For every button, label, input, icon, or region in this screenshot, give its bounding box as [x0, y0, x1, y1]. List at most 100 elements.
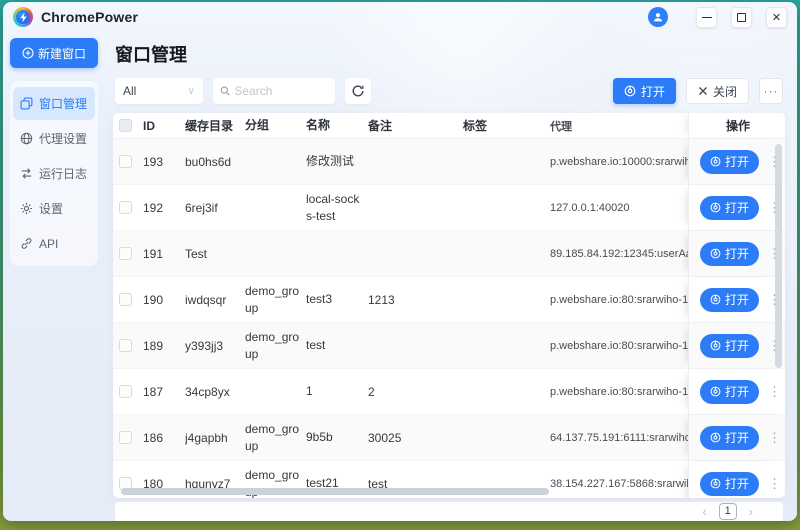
- cell-id: 189: [143, 339, 185, 353]
- table-row: 191 Test 89.185.84.192:12345:userAazd312…: [113, 231, 785, 277]
- cell-operation: 打开 ⋮: [688, 231, 785, 276]
- chevron-down-icon: ∨: [188, 86, 195, 97]
- cell-id: 187: [143, 385, 185, 399]
- browser-circle-icon: [624, 85, 636, 97]
- globe-icon: [20, 132, 33, 145]
- row-menu-button[interactable]: ⋮: [768, 478, 776, 490]
- pagination-bar: ‹ 1 ›: [115, 502, 783, 521]
- row-checkbox[interactable]: [119, 201, 132, 214]
- cell-proxy: 127.0.0.1:40020: [550, 202, 688, 214]
- cell-name: local-socks-test: [306, 191, 368, 223]
- cell-remark: 30025: [368, 431, 463, 445]
- row-checkbox[interactable]: [119, 431, 132, 444]
- open-row-button[interactable]: 打开: [700, 380, 759, 404]
- user-avatar[interactable]: [648, 7, 668, 27]
- cell-proxy: 89.185.84.192:12345:userAazd312:pa: [550, 248, 688, 260]
- browser-circle-icon: [710, 386, 721, 397]
- cell-remark: 2: [368, 385, 463, 399]
- table-row: 192 6rej3if local-socks-test 127.0.0.1:4…: [113, 185, 785, 231]
- header-name[interactable]: 名称: [306, 117, 368, 133]
- cell-operation: 打开 ⋮: [688, 461, 785, 498]
- new-window-button[interactable]: 新建窗口: [10, 38, 98, 68]
- cell-name: test3: [306, 291, 368, 307]
- cell-operation: 打开 ⋮: [688, 415, 785, 460]
- row-menu-button[interactable]: ⋮: [768, 386, 776, 398]
- cell-proxy: p.webshare.io:80:srarwiho-1:atonupx: [550, 340, 688, 352]
- vertical-scrollbar[interactable]: [775, 144, 782, 368]
- more-actions-button[interactable]: ···: [759, 78, 783, 104]
- header-group[interactable]: 分组: [245, 117, 306, 133]
- table-body: 193 bu0hs6d 修改测试 p.webshare.io:10000:sra…: [113, 139, 785, 498]
- cell-cache-dir: j4gapbh: [185, 431, 245, 445]
- cell-operation: 打开 ⋮: [688, 369, 785, 414]
- header-proxy[interactable]: 代理: [550, 118, 688, 134]
- open-row-button[interactable]: 打开: [700, 472, 759, 496]
- header-tag[interactable]: 标签: [463, 117, 550, 134]
- table-row: 193 bu0hs6d 修改测试 p.webshare.io:10000:sra…: [113, 139, 785, 185]
- maximize-icon: [737, 13, 746, 22]
- cell-proxy: 64.137.75.191:6111:srarwiho:atonupx: [550, 432, 688, 444]
- browser-circle-icon: [710, 202, 721, 213]
- ellipsis-icon: ···: [764, 84, 779, 98]
- next-page-button[interactable]: ›: [749, 505, 753, 518]
- current-page[interactable]: 1: [719, 503, 737, 520]
- sidebar: 新建窗口 窗口管理 代理设置 运行日志 设置: [3, 32, 105, 521]
- cell-cache-dir: Test: [185, 247, 245, 261]
- open-row-button[interactable]: 打开: [700, 288, 759, 312]
- row-checkbox[interactable]: [119, 155, 132, 168]
- cell-name: 修改测试: [306, 153, 368, 169]
- row-checkbox[interactable]: [119, 339, 132, 352]
- table-header-row: ID 缓存目录 分组 名称 备注 标签 代理 操作: [113, 113, 785, 139]
- search-icon: [220, 85, 230, 97]
- sidebar-item-run-logs[interactable]: 运行日志: [13, 157, 95, 190]
- window-icon: [20, 97, 33, 110]
- open-row-button[interactable]: 打开: [700, 334, 759, 358]
- open-row-button[interactable]: 打开: [700, 150, 759, 174]
- cell-cache-dir: 34cp8yx: [185, 385, 245, 399]
- cell-operation: 打开 ⋮: [688, 139, 785, 184]
- prev-page-button[interactable]: ‹: [702, 505, 706, 518]
- horizontal-scrollbar[interactable]: [121, 488, 549, 495]
- sidebar-item-api[interactable]: API: [13, 227, 95, 260]
- sidebar-item-settings[interactable]: 设置: [13, 192, 95, 225]
- header-cache-dir[interactable]: 缓存目录: [185, 117, 245, 134]
- cell-operation: 打开 ⋮: [688, 323, 785, 368]
- sidebar-item-proxy-settings[interactable]: 代理设置: [13, 122, 95, 155]
- sidebar-menu: 窗口管理 代理设置 运行日志 设置 API: [10, 81, 98, 266]
- cell-operation: 打开 ⋮: [688, 277, 785, 322]
- cell-proxy: p.webshare.io:80:srarwiho-1:atonupx: [550, 386, 688, 398]
- refresh-button[interactable]: [345, 78, 371, 104]
- browser-circle-icon: [710, 340, 721, 351]
- cell-group: demo_group: [245, 421, 306, 453]
- header-operation: 操作: [688, 113, 785, 138]
- toolbar: All ∨ 打开 关闭: [115, 78, 783, 104]
- table-row: 190 iwdqsqr demo_group test3 1213 p.webs…: [113, 277, 785, 323]
- open-row-button[interactable]: 打开: [700, 196, 759, 220]
- sidebar-item-window-management[interactable]: 窗口管理: [13, 87, 95, 120]
- close-button[interactable]: ✕: [766, 7, 787, 28]
- browser-circle-icon: [710, 294, 721, 305]
- app-window: ChromePower ✕ 新建窗口 窗口管理 代理设置: [3, 2, 797, 521]
- search-input[interactable]: [234, 84, 328, 98]
- row-checkbox[interactable]: [119, 385, 132, 398]
- minimize-button[interactable]: [696, 7, 717, 28]
- header-remark[interactable]: 备注: [368, 117, 463, 134]
- cell-group: demo_group: [245, 283, 306, 315]
- x-icon: [698, 86, 708, 96]
- cell-proxy: p.webshare.io:10000:srarwiho-1:aton: [550, 156, 688, 168]
- table-row: 187 34cp8yx 1 2 p.webshare.io:80:srarwih…: [113, 369, 785, 415]
- cell-id: 186: [143, 431, 185, 445]
- close-selected-button[interactable]: 关闭: [686, 78, 749, 104]
- group-filter-dropdown[interactable]: All ∨: [115, 78, 203, 104]
- row-menu-button[interactable]: ⋮: [768, 432, 776, 444]
- open-row-button[interactable]: 打开: [700, 426, 759, 450]
- select-all-checkbox[interactable]: [119, 119, 132, 132]
- row-checkbox[interactable]: [119, 247, 132, 260]
- cell-name: 9b5b: [306, 429, 368, 445]
- open-selected-button[interactable]: 打开: [613, 78, 676, 104]
- table-row: 189 y393jj3 demo_group test p.webshare.i…: [113, 323, 785, 369]
- open-row-button[interactable]: 打开: [700, 242, 759, 266]
- header-id[interactable]: ID: [143, 119, 185, 133]
- row-checkbox[interactable]: [119, 293, 132, 306]
- maximize-button[interactable]: [731, 7, 752, 28]
